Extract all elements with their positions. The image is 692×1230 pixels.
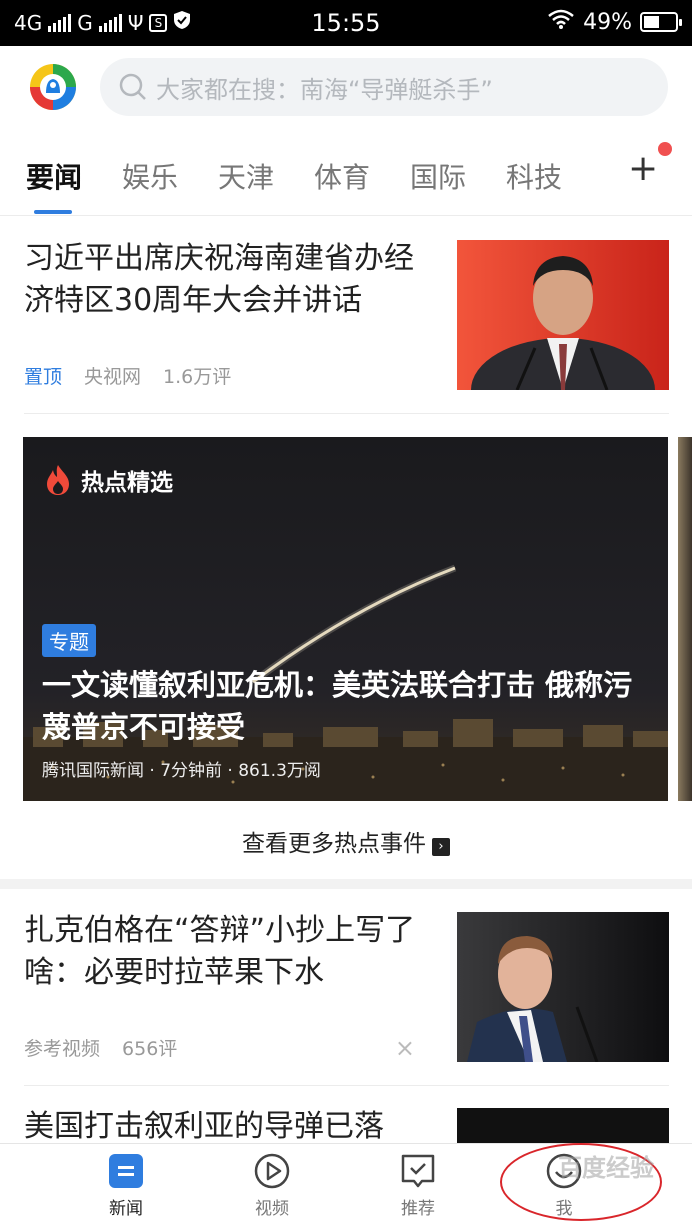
article-title[interactable]: 习近平出席庆祝海南建省办经济特区30周年大会并讲话 [24,238,434,322]
topic-tag: 专题 [42,624,96,657]
tab-entertainment[interactable]: 娱乐 [122,156,178,196]
active-tab-indicator [34,210,72,214]
watermark: 百度经验 [558,1154,654,1182]
tab-technology[interactable]: 科技 [506,156,562,196]
battery-icon [640,12,682,32]
battery-percent: 49% [583,9,632,35]
hot-card-title[interactable]: 一文读懂叙利亚危机：美英法联合打击 俄称污蔑普京不可接受 [42,664,652,748]
arrow-right-icon: › [432,838,450,856]
hot-label: 热点精选 [45,463,173,497]
nav-video[interactable]: 视频 [222,1152,322,1219]
flame-icon [47,465,69,495]
article-comments: 656评 [122,1038,178,1060]
video-play-icon [254,1153,290,1189]
dismiss-icon[interactable]: × [395,1034,415,1062]
article-title[interactable]: 扎克伯格在“答辩”小抄上写了啥：必要时拉苹果下水 [24,910,434,994]
nav-news-label: 新闻 [109,1199,143,1219]
app-logo[interactable] [28,62,78,112]
tab-news[interactable]: 要闻 [26,156,82,196]
article-source: 参考视频 [24,1038,101,1060]
more-hot-events-label: 查看更多热点事件 [242,831,426,857]
article-thumbnail[interactable] [457,912,669,1062]
category-tabs: 要闻 娱乐 天津 体育 国际 科技 + [0,130,692,216]
article-meta: 置顶 央视网 1.6万评 [24,362,231,389]
article-thumbnail[interactable] [457,1108,669,1146]
next-card-peek[interactable] [678,437,692,801]
header: 大家都在搜：南海“导弹艇杀手” [0,46,692,130]
add-channel-button[interactable]: + [628,148,658,189]
nav-news[interactable]: 新闻 [76,1152,176,1219]
article-meta: 参考视频 656评 [24,1034,177,1061]
hot-label-text: 热点精选 [81,470,173,496]
nav-video-label: 视频 [255,1199,289,1219]
recommend-icon [401,1154,435,1188]
search-bar[interactable]: 大家都在搜：南海“导弹艇杀手” [100,58,668,116]
nav-recommend[interactable]: 推荐 [368,1152,468,1219]
hot-topics-card[interactable]: 热点精选 专题 一文读懂叙利亚危机：美英法联合打击 俄称污蔑普京不可接受 腾讯国… [23,437,668,801]
article-title[interactable]: 美国打击叙利亚的导弹已落 [24,1106,444,1146]
tab-sports[interactable]: 体育 [314,156,370,196]
nav-recommend-label: 推荐 [401,1199,435,1219]
news-icon [109,1154,143,1188]
news-item[interactable]: 美国打击叙利亚的导弹已落 [24,1106,669,1146]
nav-me-label: 我 [555,1199,573,1219]
article-thumbnail[interactable] [457,240,669,390]
tab-tianjin[interactable]: 天津 [218,156,274,196]
divider [24,1085,669,1086]
more-hot-events-link[interactable]: 查看更多热点事件 › [0,824,692,858]
article-comments: 1.6万评 [163,366,232,388]
search-placeholder: 大家都在搜：南海“导弹艇杀手” [156,75,493,104]
search-icon [119,73,146,100]
pinned-label: 置顶 [24,366,63,388]
news-item[interactable]: 扎克伯格在“答辩”小抄上写了啥：必要时拉苹果下水 参考视频 656评 × [24,910,669,1062]
battery-fill [644,16,659,28]
wifi-icon [547,9,575,35]
status-bar: 4G G Ψ S 15:55 49% [0,0,692,46]
divider [24,413,669,414]
article-source: 央视网 [84,366,142,388]
tab-international[interactable]: 国际 [410,156,466,196]
hot-card-meta: 腾讯国际新闻 · 7分钟前 · 861.3万阅 [42,761,321,781]
status-right: 49% [547,9,682,35]
news-item[interactable]: 习近平出席庆祝海南建省办经济特区30周年大会并讲话 置顶 央视网 1.6万评 [24,238,669,390]
section-separator [0,879,692,889]
notification-dot [658,142,672,156]
